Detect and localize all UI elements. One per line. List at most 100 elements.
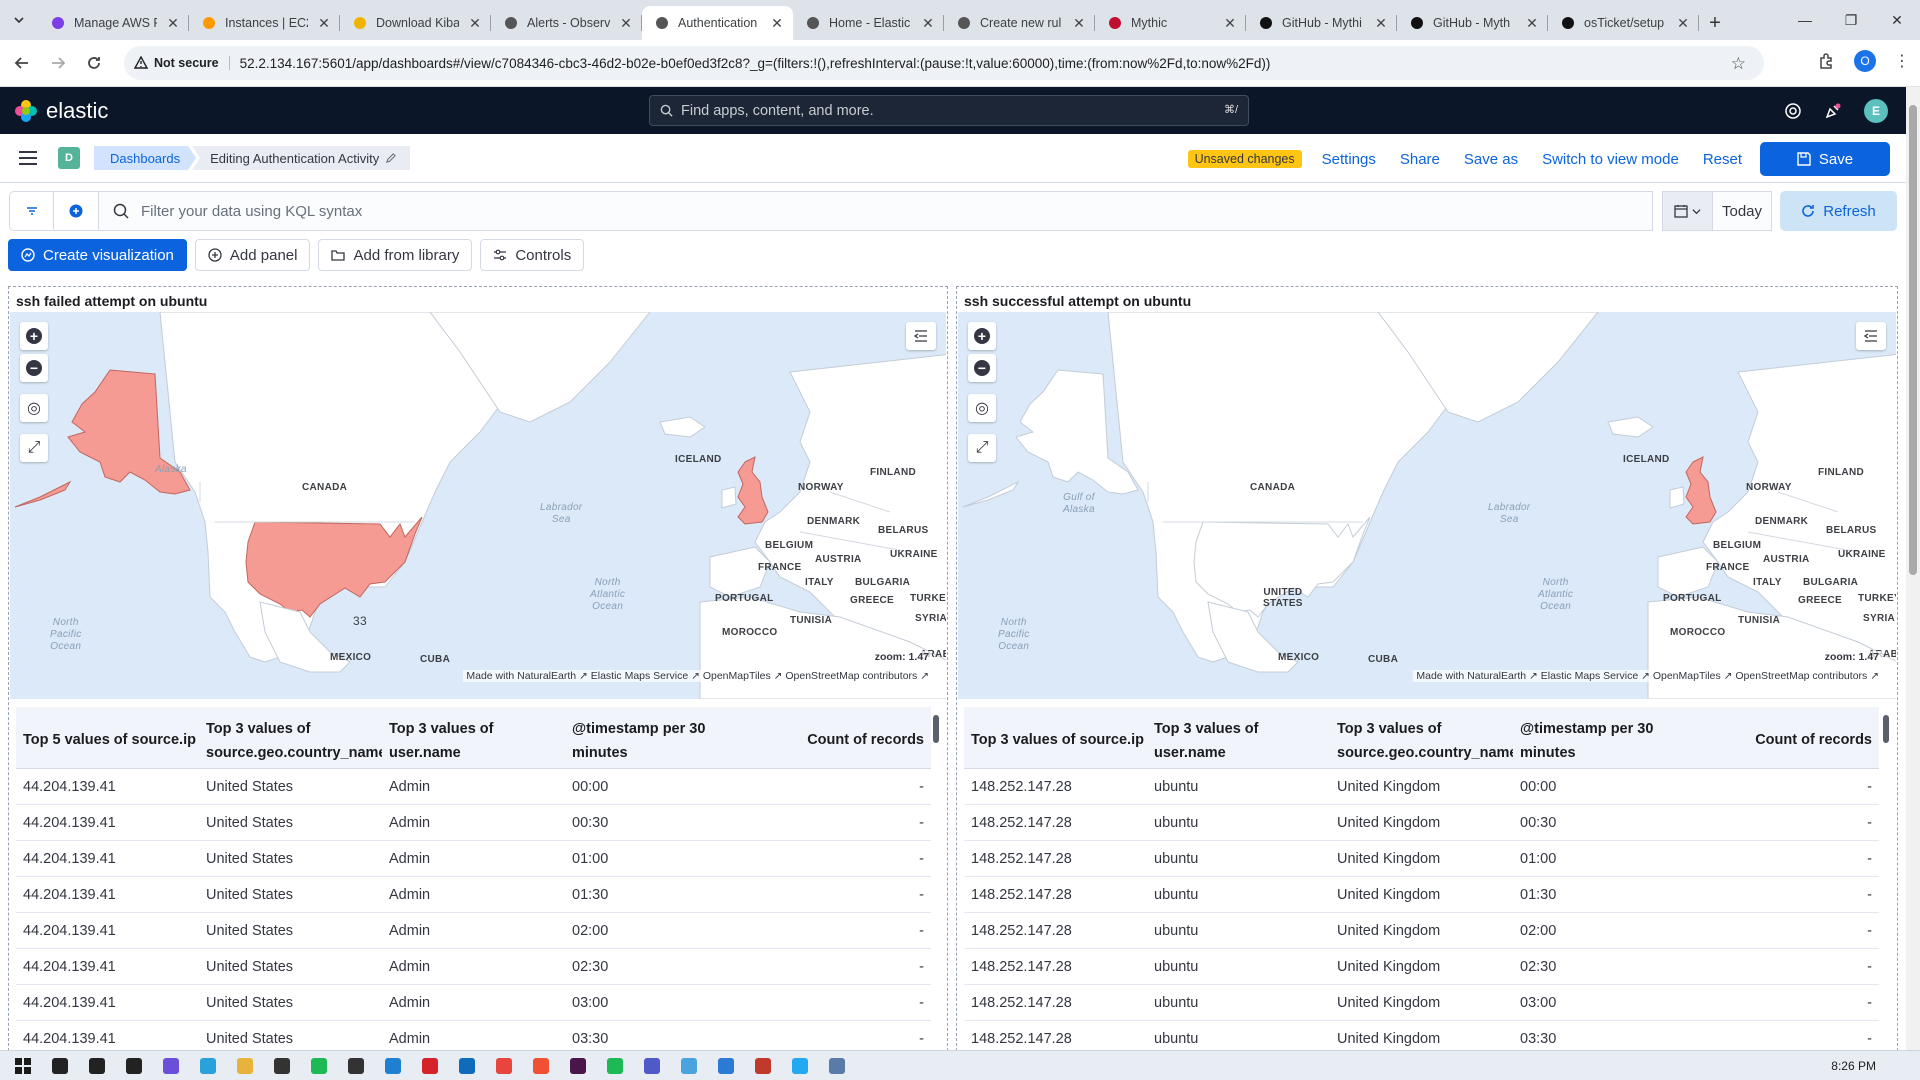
chrome-icon[interactable] (489, 1051, 519, 1080)
table-row[interactable]: 44.204.139.41 United States Admin 00:30 - (16, 805, 931, 841)
close-tab-icon[interactable]: ✕ (769, 15, 785, 31)
table-row[interactable]: 44.204.139.41 United States Admin 01:30 - (16, 877, 931, 913)
zoom-out-button[interactable]: − (20, 354, 48, 382)
extensions-icon[interactable] (1818, 52, 1836, 70)
new-tab-button[interactable]: + (1699, 6, 1731, 40)
close-window-button[interactable]: ✕ (1874, 0, 1920, 40)
table-column-header[interactable]: Count of records (1696, 707, 1879, 768)
attribution-link[interactable]: Made with NaturalEarth (1416, 670, 1526, 682)
browser-tab[interactable]: GitHub - Mythi ✕ (1246, 6, 1397, 40)
tab-search-button[interactable] (0, 0, 38, 40)
global-search-input[interactable]: Find apps, content, and more. ⌘/ (649, 95, 1249, 126)
fit-to-data-button[interactable]: ◎ (968, 394, 996, 422)
settings-link[interactable]: Settings (1322, 151, 1376, 168)
attribution-link[interactable]: OpenStreetMap contributors (1735, 670, 1867, 682)
close-tab-icon[interactable]: ✕ (467, 15, 483, 31)
table-row[interactable]: 148.252.147.28 ubuntu United Kingdom 01:00 - (964, 841, 1879, 877)
map-view[interactable]: CANADA UNITED STATES ICELAND NORWAY FINLAND D… (958, 312, 1896, 699)
browser-tab[interactable]: GitHub - Myth ✕ (1397, 6, 1548, 40)
date-picker[interactable]: Today (1662, 191, 1772, 231)
attribution-link[interactable]: OpenStreetMap contributors (785, 670, 917, 682)
filter-menu-button[interactable] (10, 192, 55, 230)
page-scroll-thumb[interactable] (1909, 105, 1917, 575)
close-tab-icon[interactable]: ✕ (1675, 15, 1691, 31)
app-icon[interactable] (822, 1051, 852, 1080)
table-row[interactable]: 148.252.147.28 ubuntu United Kingdom 02:00 - (964, 913, 1879, 949)
table-row[interactable]: 148.252.147.28 ubuntu United Kingdom 00:00 - (964, 769, 1879, 805)
dashboard-panel[interactable]: ssh successful attempt on ubuntu CANADA UN… (956, 286, 1898, 1056)
share-link[interactable]: Share (1400, 151, 1440, 168)
create-visualization-button[interactable]: Create visualization (8, 239, 187, 271)
table-column-header[interactable]: Top 3 values of user.name (382, 707, 565, 768)
spotify-icon[interactable] (304, 1051, 334, 1080)
zoom-in-button[interactable]: + (20, 322, 48, 350)
date-range-label[interactable]: Today (1713, 203, 1771, 220)
edge-icon[interactable] (378, 1051, 408, 1080)
browser-tab[interactable]: Mythic ✕ (1095, 6, 1246, 40)
browser-tab[interactable]: Manage AWS F ✕ (38, 6, 189, 40)
terminal-icon[interactable] (341, 1051, 371, 1080)
news-feed-icon[interactable] (1824, 102, 1842, 120)
security-chip[interactable]: Not secure (134, 56, 230, 70)
table-column-header[interactable]: Count of records (748, 707, 931, 768)
telegram-icon[interactable] (193, 1051, 223, 1080)
attribution-link[interactable]: Made with NaturalEarth (466, 670, 576, 682)
table-row[interactable]: 44.204.139.41 United States Admin 02:00 - (16, 913, 931, 949)
table-row[interactable]: 44.204.139.41 United States Admin 00:00 - (16, 769, 931, 805)
table-scrollbar-thumb[interactable] (933, 715, 939, 743)
menu-toggle-icon[interactable] (14, 151, 42, 165)
browser-tab[interactable]: osTicket/setup ✕ (1548, 6, 1699, 40)
task-view-icon[interactable] (82, 1051, 112, 1080)
table-column-header[interactable]: Top 3 values of source.ip (964, 707, 1147, 768)
add-from-library-button[interactable]: Add from library (318, 239, 473, 271)
outlook-icon[interactable] (452, 1051, 482, 1080)
table-row[interactable]: 148.252.147.28 ubuntu United Kingdom 00:30 - (964, 805, 1879, 841)
file-explorer-icon[interactable] (230, 1051, 260, 1080)
controls-button[interactable]: Controls (480, 239, 585, 271)
kql-query-input[interactable]: Filter your data using KQL syntax (98, 191, 1653, 231)
save-as-link[interactable]: Save as (1464, 151, 1518, 168)
browser-tab[interactable]: Download Kiba ✕ (340, 6, 491, 40)
close-tab-icon[interactable]: ✕ (1071, 15, 1087, 31)
paint-icon[interactable] (711, 1051, 741, 1080)
spotify-icon[interactable] (600, 1051, 630, 1080)
attribution-link[interactable]: Elastic Maps Service (1541, 670, 1638, 682)
forward-button[interactable] (44, 49, 72, 77)
attribution-link[interactable]: OpenMapTiles (1653, 670, 1721, 682)
layer-control-button[interactable] (1856, 322, 1886, 350)
close-tab-icon[interactable]: ✕ (1373, 15, 1389, 31)
copilot-icon[interactable] (156, 1051, 186, 1080)
browser-tab[interactable]: Instances | EC2 ✕ (189, 6, 340, 40)
user-avatar[interactable]: E (1864, 99, 1888, 123)
map-view[interactable]: CANADA Alaska ICELAND NORWAY FINLAND DENMARK B… (10, 312, 946, 699)
dashboard-panel[interactable]: ssh failed attempt on ubuntu CANADA Alaska… (8, 286, 948, 1056)
reset-link[interactable]: Reset (1703, 151, 1742, 168)
back-button[interactable] (8, 49, 36, 77)
add-filter-button[interactable] (54, 192, 98, 230)
page-scrollbar[interactable] (1906, 87, 1920, 1050)
git-icon[interactable] (526, 1051, 556, 1080)
browser-tab[interactable]: Authentication ✕ (642, 6, 793, 40)
restore-button[interactable]: ❐ (1828, 0, 1874, 40)
close-tab-icon[interactable]: ✕ (316, 15, 332, 31)
table-row[interactable]: 148.252.147.28 ubuntu United Kingdom 01:30 - (964, 877, 1879, 913)
zoom-in-button[interactable]: + (968, 322, 996, 350)
breadcrumb-dashboards[interactable]: Dashboards (94, 146, 196, 170)
close-tab-icon[interactable]: ✕ (1524, 15, 1540, 31)
omnibox[interactable]: Not secure 52.2.134.167:5601/app/dashboa… (124, 46, 1764, 80)
refresh-button[interactable]: Refresh (1780, 191, 1897, 231)
table-row[interactable]: 44.204.139.41 United States Admin 02:30 - (16, 949, 931, 985)
close-tab-icon[interactable]: ✕ (920, 15, 936, 31)
start-button[interactable] (8, 1051, 38, 1080)
browser-tab[interactable]: Home - Elastic ✕ (793, 6, 944, 40)
table-scrollbar-thumb[interactable] (1883, 715, 1889, 743)
help-icon[interactable] (1784, 102, 1802, 120)
quick-date-button[interactable] (1663, 192, 1713, 230)
save-button[interactable]: Save (1760, 142, 1890, 176)
close-tab-icon[interactable]: ✕ (1222, 15, 1238, 31)
breadcrumb-current[interactable]: Editing Authentication Activity (192, 146, 411, 170)
table-row[interactable]: 44.204.139.41 United States Admin 03:30 - (16, 1021, 931, 1047)
browser-tab[interactable]: Create new rul ✕ (944, 6, 1095, 40)
fit-to-data-button[interactable]: ◎ (20, 394, 48, 422)
elastic-logo[interactable]: elastic (14, 98, 108, 124)
